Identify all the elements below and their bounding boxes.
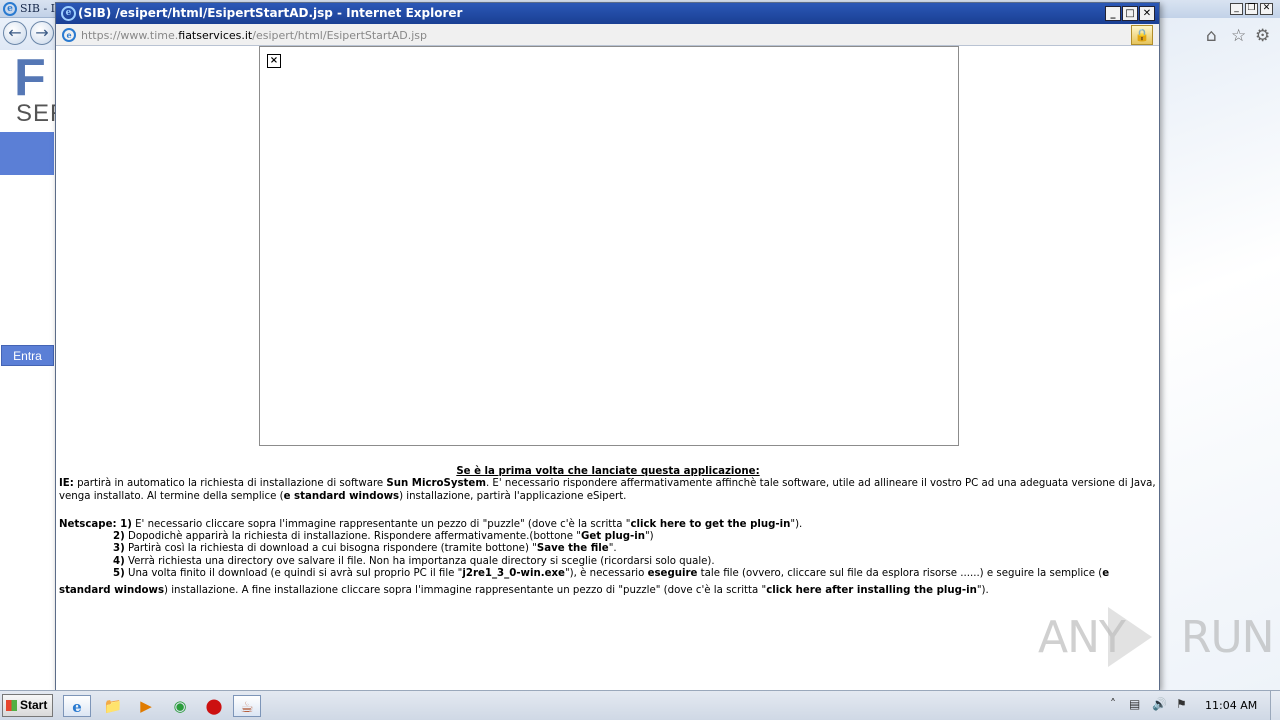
step-text: tale file (ovvero, cliccare sul file da …: [697, 568, 1103, 580]
step-bold: e: [1102, 568, 1110, 580]
step-bold: Get plug-in: [580, 531, 645, 543]
address-bar[interactable]: e https://www.time.fiatservices.it/esipe…: [56, 24, 1159, 46]
step-number: 4): [113, 555, 125, 567]
address-url[interactable]: https://www.time.fiatservices.it/esipert…: [81, 29, 427, 42]
url-path: /esipert/html/EsipertStartAD.jsp: [252, 29, 428, 42]
ie-bold: e standard windows: [283, 490, 400, 502]
url-host: fiatservices.it: [178, 29, 253, 42]
step-bold: click here to get the plug-in: [630, 518, 791, 530]
page-content: × Se è la prima volta che lanciate quest…: [56, 46, 1159, 690]
background-right-panel: [1160, 18, 1280, 690]
chrome-icon[interactable]: ◉: [166, 695, 194, 717]
step-text: ) installazione. A fine installazione cl…: [164, 585, 767, 597]
ie-icon: e: [62, 28, 76, 42]
step-bold: j2re1_3_0-win.exe: [462, 568, 565, 580]
clock[interactable]: 11:04 AM: [1205, 699, 1257, 712]
restore-icon[interactable]: ❐: [1245, 3, 1258, 15]
step-bold: Save the file: [536, 543, 609, 555]
logo: F: [14, 49, 46, 107]
popup-titlebar[interactable]: e (SIB) /esipert/html/EsipertStartAD.jsp…: [56, 3, 1159, 24]
ie-taskbar-icon[interactable]: e: [63, 695, 91, 717]
step-text: "), è necessario: [564, 568, 648, 580]
start-label: Start: [20, 698, 48, 712]
media-player-icon[interactable]: ▶: [132, 695, 160, 717]
close-icon[interactable]: ✕: [1139, 6, 1155, 21]
entra-button[interactable]: Entra: [1, 345, 54, 366]
back-arrow-icon[interactable]: ←: [3, 21, 27, 45]
step-text: Partirà così la richiesta di download a …: [124, 543, 537, 555]
netscape-step-5: 5) Una volta finito il download (e quind…: [59, 568, 1157, 580]
gear-icon[interactable]: ⚙: [1255, 26, 1270, 46]
ie-label: IE:: [59, 478, 74, 490]
header-band: [0, 132, 54, 175]
minimize-icon[interactable]: _: [1230, 3, 1243, 15]
step-text: ".: [608, 543, 617, 555]
show-desktop-button[interactable]: [1270, 691, 1280, 720]
network-icon[interactable]: ▤: [1129, 697, 1140, 711]
step-bold: standard windows: [59, 585, 165, 597]
watermark-text-right: RUN: [1180, 612, 1275, 663]
step-text: E' necessario cliccare sopra l'immagine …: [131, 518, 631, 530]
ie-bold: Sun MicroSystem: [386, 478, 486, 490]
ie-icon: e: [3, 2, 17, 16]
close-icon[interactable]: ✕: [1260, 3, 1273, 15]
windows-logo-icon: [6, 700, 17, 711]
ie-text: partirà in automatico la richiesta di in…: [73, 478, 387, 490]
home-icon[interactable]: ⌂: [1206, 26, 1217, 46]
opera-icon[interactable]: ⬤: [200, 695, 228, 717]
netscape-step-5-continued: standard windows) installazione. A fine …: [59, 585, 1157, 597]
forward-arrow-icon[interactable]: →: [30, 21, 54, 45]
ie-text: ) installazione, partirà l'applicazione …: [399, 490, 627, 502]
step-text: Dopodichè apparirà la richiesta di insta…: [124, 531, 581, 543]
maximize-icon[interactable]: □: [1122, 6, 1138, 21]
step-text: Verrà richiesta una directory ove salvar…: [124, 555, 715, 567]
background-window-title: SIB - I: [20, 2, 56, 15]
step-text: "): [644, 531, 654, 543]
netscape-step-4: 4) Verrà richiesta una directory ove sal…: [59, 556, 1157, 568]
flag-icon[interactable]: ⚑: [1176, 697, 1187, 711]
broken-image-icon: ×: [267, 54, 281, 68]
ie-icon: e: [61, 6, 76, 21]
start-button[interactable]: Start: [2, 694, 53, 717]
netscape-label: Netscape:: [59, 518, 117, 530]
java-icon[interactable]: ☕: [233, 695, 261, 717]
taskbar: Start e 📁 ▶ ◉ ⬤ ☕ ˄ ▤ 🔊 ⚑ 11:04 AM: [0, 690, 1280, 720]
url-prefix: https://www.time.: [81, 29, 179, 42]
star-icon[interactable]: ☆: [1231, 26, 1246, 46]
netscape-step-3: 3) Partirà così la richiesta di download…: [59, 543, 1157, 555]
applet-frame[interactable]: ×: [259, 46, 959, 446]
step-number: 2): [113, 531, 125, 543]
instructions: Se è la prima volta che lanciate questa …: [59, 466, 1157, 598]
lock-icon[interactable]: 🔒: [1131, 25, 1153, 45]
popup-window-title: (SIB) /esipert/html/EsipertStartAD.jsp -…: [78, 6, 463, 20]
step-text: ").: [976, 585, 989, 597]
step-text: ").: [790, 518, 803, 530]
netscape-step-2: 2) Dopodichè apparirà la richiesta di in…: [59, 531, 1157, 543]
instructions-heading: Se è la prima volta che lanciate questa …: [456, 466, 760, 477]
play-icon: [1108, 607, 1152, 667]
popup-browser-window: e (SIB) /esipert/html/EsipertStartAD.jsp…: [55, 2, 1160, 690]
folder-icon[interactable]: 📁: [99, 695, 127, 717]
step-number: 3): [113, 543, 125, 555]
step-number: 5): [113, 568, 125, 580]
step-bold: click here after installing the plug-in: [766, 585, 977, 597]
step-number: 1): [116, 518, 132, 530]
chevron-up-icon[interactable]: ˄: [1110, 697, 1116, 711]
background-titlebar-controls: _ ❐ ✕: [1160, 0, 1280, 18]
ie-paragraph: IE: partirà in automatico la richiesta d…: [59, 478, 1157, 503]
minimize-icon[interactable]: _: [1105, 6, 1121, 21]
system-tray: ˄ ▤ 🔊 ⚑ 11:04 AM: [1104, 691, 1280, 720]
watermark: ANY RUN: [1038, 612, 1275, 663]
step-text: Una volta finito il download (e quindi s…: [124, 568, 463, 580]
netscape-step-1: Netscape: 1) E' necessario cliccare sopr…: [59, 519, 1157, 531]
step-bold: eseguire: [647, 568, 698, 580]
volume-icon[interactable]: 🔊: [1152, 697, 1167, 711]
